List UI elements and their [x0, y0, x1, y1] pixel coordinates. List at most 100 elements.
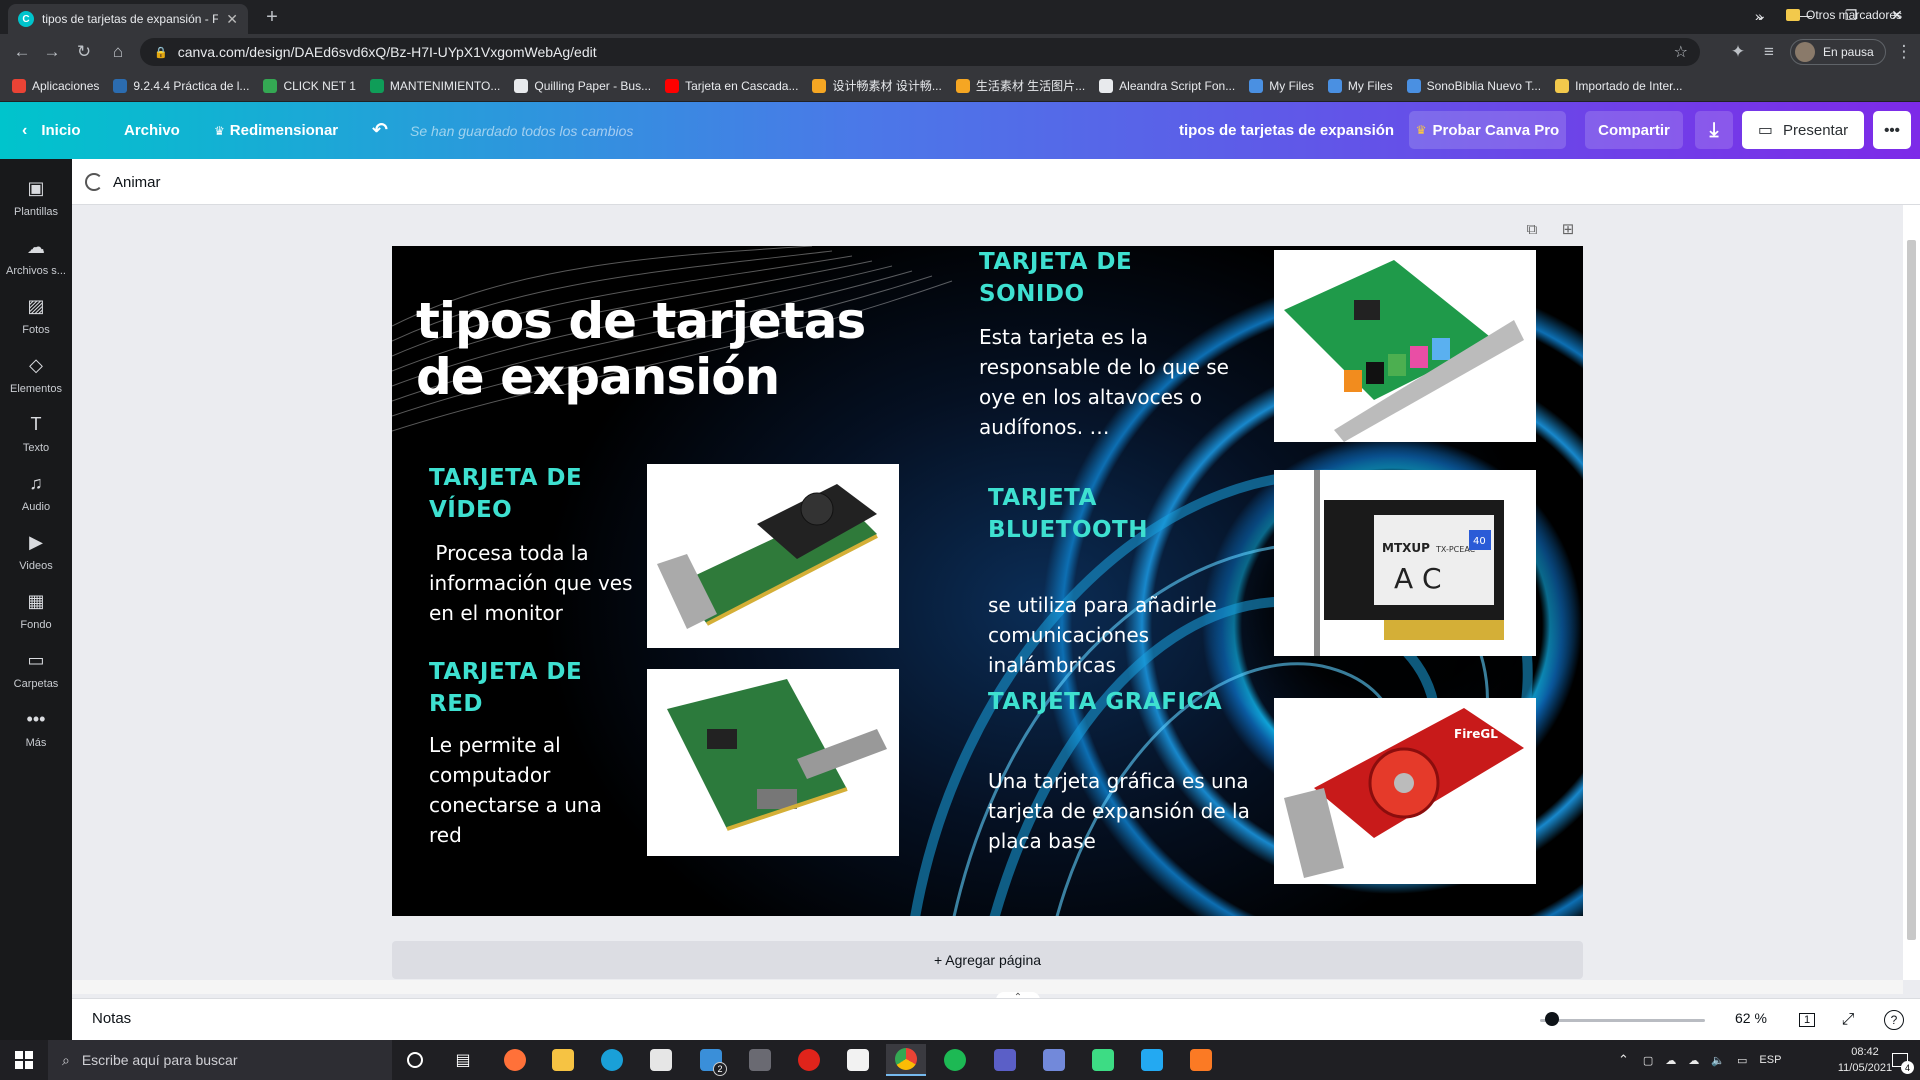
close-tab-icon[interactable]: ✕ [226, 11, 238, 28]
zoom-level[interactable]: 62 % [1735, 1010, 1767, 1026]
bookmark-item[interactable]: Tarjeta en Cascada... [665, 78, 798, 93]
home-icon[interactable]: ⌂ [104, 38, 132, 66]
discord-icon[interactable] [1034, 1044, 1074, 1076]
graphics-card-heading[interactable]: TARJETA GRAFICA [988, 686, 1222, 718]
browser-menu-icon[interactable]: ⋮ [1890, 38, 1918, 66]
browser-tab[interactable]: C tipos de tarjetas de expansión - F ✕ [8, 4, 248, 34]
network-card-image[interactable] [647, 669, 899, 856]
spotify-icon[interactable] [935, 1044, 975, 1076]
add-page-icon[interactable]: ⊞ [1557, 218, 1579, 240]
task-view-icon[interactable]: ▤ [443, 1044, 483, 1076]
network-card-text[interactable]: Le permite al computador conectarse a un… [429, 730, 602, 850]
add-page-button[interactable]: + Agregar página [392, 941, 1583, 979]
undo-icon[interactable]: ↶ [372, 102, 388, 159]
horizontal-scrollbar[interactable] [72, 980, 1903, 994]
media-control-icon[interactable]: ≡ [1755, 38, 1783, 66]
bookmark-item[interactable]: 9.2.4.4 Práctica de l... [113, 78, 249, 93]
fullscreen-icon[interactable]: ⤢ [1836, 1008, 1860, 1032]
mail-icon[interactable]: 2 [691, 1044, 731, 1076]
back-icon[interactable]: ← [8, 38, 36, 66]
sidebar-item-video[interactable]: ▶ Videos [0, 517, 72, 585]
url-bar[interactable]: 🔒 canva.com/design/DAEd6svd6xQ/Bz-H7I-UY… [140, 38, 1700, 66]
design-page[interactable]: tipos de tarjetas de expansión TARJETA D… [392, 246, 1583, 916]
other-bookmarks-folder[interactable]: Otros marcadores [1786, 8, 1902, 22]
store-icon[interactable] [641, 1044, 681, 1076]
graphics-card-text[interactable]: Una tarjeta gráfica es una tarjeta de ex… [988, 766, 1250, 856]
sidebar-item-folder[interactable]: ▭ Carpetas [0, 635, 72, 703]
language-indicator[interactable]: ESP [1759, 1054, 1781, 1066]
animate-button[interactable]: Animar [85, 170, 161, 194]
slide-title-line2[interactable]: de expansión [416, 350, 780, 404]
bookmark-item[interactable]: MANTENIMIENTO... [369, 78, 500, 93]
zoom-slider-handle[interactable] [1545, 1012, 1559, 1026]
video-card-text[interactable]: Procesa toda la información que ves en e… [429, 538, 633, 628]
sound-card-heading[interactable]: TARJETA DE SONIDO [979, 246, 1132, 310]
calculator-icon[interactable] [740, 1044, 780, 1076]
bluetooth-card-image[interactable]: MTXUP TX-PCEAC A C 40 [1274, 470, 1536, 656]
try-pro-button[interactable]: ♛ Probar Canva Pro [1409, 111, 1566, 149]
forward-icon[interactable]: → [38, 38, 66, 66]
extensions-icon[interactable]: ✦ [1724, 38, 1752, 66]
notes-button[interactable]: Notas [92, 1010, 131, 1027]
design-title[interactable]: tipos de tarjetas de expansión [1179, 102, 1394, 159]
bookmark-item[interactable]: My Files [1249, 78, 1314, 93]
graphics-card-image[interactable]: FireGL [1274, 698, 1536, 884]
sidebar-item-background[interactable]: ▦ Fondo [0, 576, 72, 644]
duplicate-page-icon[interactable]: ⧉ [1521, 218, 1543, 240]
profile-button[interactable]: En pausa [1790, 39, 1886, 65]
cloud-icon[interactable]: ☁ [1688, 1054, 1699, 1067]
bookmark-item[interactable]: Aplicaciones [12, 78, 99, 93]
page-count-icon[interactable]: 1 [1795, 1008, 1819, 1032]
resize-button[interactable]: ♛ Redimensionar [214, 102, 338, 159]
cortana-icon[interactable] [395, 1044, 435, 1076]
windows-start-button[interactable] [0, 1040, 48, 1080]
bookmark-item[interactable]: Aleandra Script Fon... [1099, 78, 1235, 93]
sidebar-item-text[interactable]: T Texto [0, 399, 72, 467]
bookmark-item[interactable]: Importado de Inter... [1555, 78, 1683, 93]
zoom-slider[interactable] [1540, 1019, 1705, 1022]
network-card-heading[interactable]: TARJETA DE RED [429, 656, 582, 720]
sidebar-item-elements[interactable]: ◇ Elementos [0, 340, 72, 408]
sidebar-item-templates[interactable]: ▣ Plantillas [0, 163, 72, 231]
slide-title-line1[interactable]: tipos de tarjetas [416, 294, 866, 348]
firefox-icon[interactable] [495, 1044, 535, 1076]
sidebar-item-upload[interactable]: ☁ Archivos s... [0, 222, 72, 290]
bookmark-item[interactable]: CLICK NET 1 [263, 78, 356, 93]
sidebar-item-audio[interactable]: ♫ Audio [0, 458, 72, 526]
sidebar-item-more[interactable]: ••• Más [0, 694, 72, 762]
reload-icon[interactable]: ↻ [70, 38, 98, 66]
bookmark-item[interactable]: 设计畅素材 设计畅... [812, 77, 942, 94]
bookmark-item[interactable]: My Files [1327, 78, 1393, 93]
edge-icon[interactable] [592, 1044, 632, 1076]
file-menu-button[interactable]: Archivo [124, 102, 180, 159]
device-icon[interactable]: ▢ [1643, 1054, 1653, 1067]
onedrive-icon[interactable]: ☁ [1665, 1054, 1676, 1067]
taskbar-search-box[interactable]: ⌕ Escribe aquí para buscar [48, 1040, 392, 1080]
bookmark-item[interactable]: Quilling Paper - Bus... [514, 78, 651, 93]
share-button[interactable]: Compartir [1585, 111, 1683, 149]
vertical-scrollbar-thumb[interactable] [1907, 240, 1916, 940]
notification-center-icon[interactable]: 4 [1880, 1044, 1920, 1076]
sound-card-image[interactable] [1274, 250, 1536, 442]
chevron-up-icon[interactable]: ⌃ [1618, 1052, 1629, 1068]
download-icon[interactable]: ⤓ [1695, 111, 1733, 149]
vscode-icon[interactable] [1132, 1044, 1172, 1076]
present-button[interactable]: ▭ Presentar [1742, 111, 1864, 149]
sound-card-text[interactable]: Esta tarjeta es la responsable de lo que… [979, 322, 1229, 442]
chrome-icon[interactable] [886, 1044, 926, 1076]
bookmark-item[interactable]: SonoBiblia Nuevo T... [1406, 78, 1541, 93]
video-card-image[interactable] [647, 464, 899, 648]
new-tab-button[interactable]: + [258, 4, 286, 30]
home-button[interactable]: ‹ Inicio [22, 102, 81, 159]
sidebar-item-photos[interactable]: ▨ Fotos [0, 281, 72, 349]
teams-icon[interactable] [985, 1044, 1025, 1076]
notepad-icon[interactable] [838, 1044, 878, 1076]
bluetooth-card-heading[interactable]: TARJETA BLUETOOTH [988, 482, 1148, 546]
help-icon[interactable]: ? [1882, 1008, 1906, 1032]
bookmarks-overflow-button[interactable]: » [1755, 8, 1763, 24]
bluetooth-card-text[interactable]: se utiliza para añadirle comunicaciones … [988, 590, 1217, 680]
file-explorer-icon[interactable] [543, 1044, 583, 1076]
opera-icon[interactable] [789, 1044, 829, 1076]
volume-icon[interactable]: 🔈 [1711, 1054, 1725, 1067]
bookmark-star-icon[interactable]: ☆ [1674, 42, 1688, 62]
